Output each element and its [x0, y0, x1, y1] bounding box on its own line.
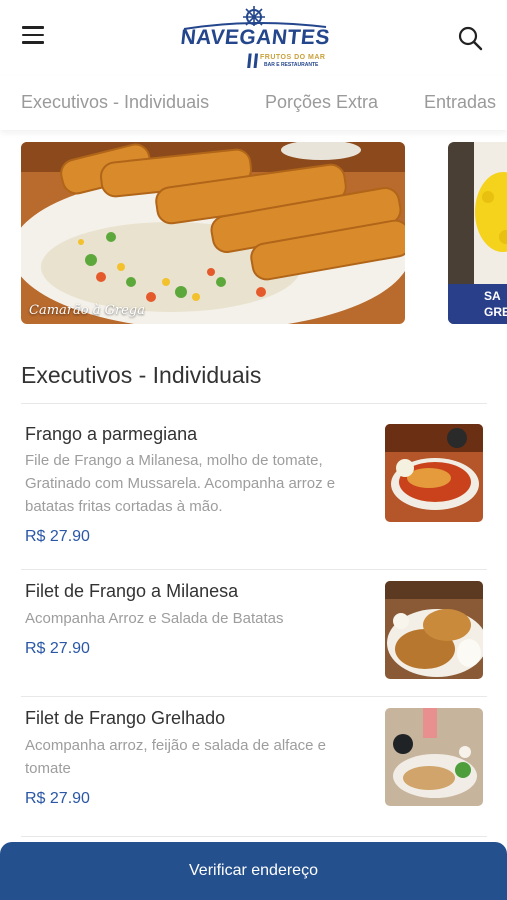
promo-banner-camarao[interactable]: Camarão à Grega [21, 142, 405, 324]
menu-item[interactable]: Filet de Frango Grelhado Acompanha arroz… [21, 708, 487, 828]
item-name: Filet de Frango Grelhado [25, 708, 226, 728]
item-price: R$ 27.90 [25, 790, 90, 807]
promo-carousel: Camarão à Grega SA GRE [0, 140, 507, 326]
item-description: Acompanha Arroz e Salada de Batatas [25, 610, 284, 627]
food-photo [21, 142, 405, 324]
divider [21, 569, 487, 570]
promo-banner-second[interactable]: SA GRE [448, 142, 507, 324]
item-image [385, 708, 483, 806]
item-image [385, 424, 483, 522]
menu-item[interactable]: Filet de Frango a Milanesa Acompanha Arr… [21, 581, 487, 681]
divider [21, 836, 487, 837]
banner-caption: Camarão à Grega [29, 303, 145, 318]
logo-tagline: BAR E RESTAURANTE [264, 62, 319, 68]
menu-item[interactable]: Frango a parmegiana File de Frango a Mil… [21, 424, 487, 554]
tab-entradas[interactable]: Entradas [424, 92, 496, 113]
tab-porcoes-extra[interactable]: Porções Extra [265, 92, 378, 113]
logo-subtitle: FRUTOS DO MAR [260, 54, 326, 61]
item-name: Filet de Frango a Milanesa [25, 581, 239, 601]
banner2-caption-line: GRE [484, 305, 507, 319]
category-tabs: Executivos - Individuais Porções Extra E… [0, 76, 507, 130]
item-price: R$ 27.90 [25, 528, 90, 545]
search-icon[interactable] [456, 24, 484, 52]
divider [21, 696, 487, 697]
menu-icon[interactable] [22, 26, 48, 46]
item-description: File de Frango a Milanesa, molho de toma… [25, 452, 336, 515]
restaurant-logo: NAVEGANTES II FRUTOS DO MAR BAR E RESTAU… [178, 4, 331, 73]
item-description: Acompanha arroz, feijão e salada de alfa… [25, 737, 327, 777]
app-header: NAVEGANTES II FRUTOS DO MAR BAR E RESTAU… [0, 0, 507, 76]
tab-executivos-individuais[interactable]: Executivos - Individuais [21, 92, 209, 113]
verify-address-button[interactable]: Verificar endereço [0, 842, 507, 900]
section-title: Executivos - Individuais [21, 362, 262, 388]
divider [21, 403, 487, 404]
banner2-caption-line: SA [484, 289, 501, 303]
item-name: Frango a parmegiana [25, 424, 198, 444]
banner2-caption: SA GRE [448, 284, 507, 324]
item-price: R$ 27.90 [25, 640, 90, 657]
item-image [385, 581, 483, 679]
